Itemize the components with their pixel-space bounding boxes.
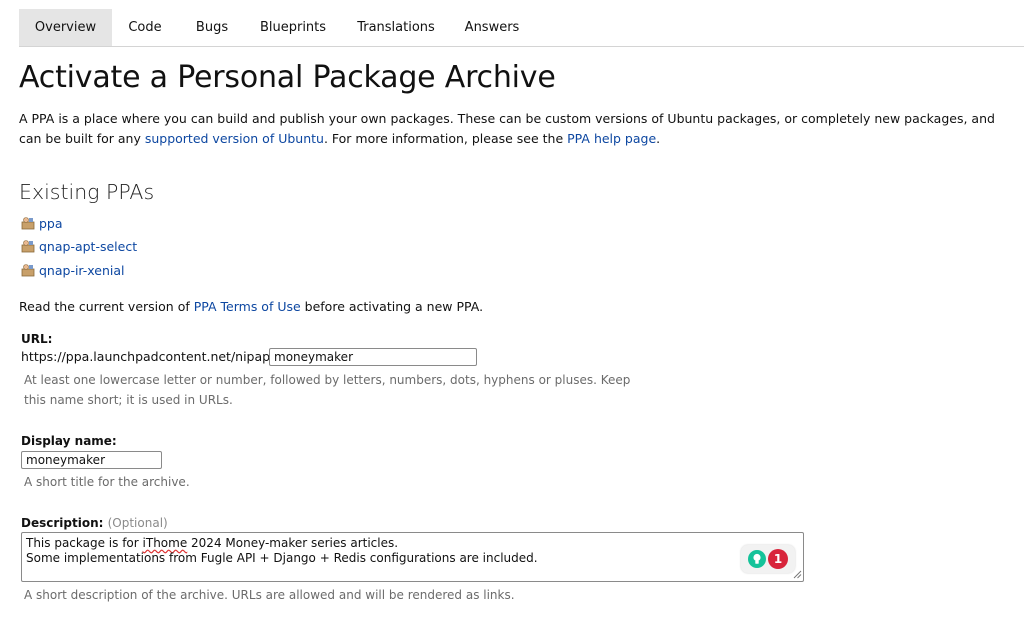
url-hint-line-1: At least one lowercase letter or number,… xyxy=(24,373,631,387)
description-hint: A short description of the archive. URLs… xyxy=(24,588,515,602)
suggestion-count-badge: 1 xyxy=(768,549,788,569)
display-name-input[interactable] xyxy=(21,451,162,469)
existing-ppas-heading: Existing PPAs xyxy=(19,180,155,204)
description-textarea[interactable]: This package is for iThome 2024 Money-ma… xyxy=(21,532,804,582)
package-icon xyxy=(21,240,35,253)
intro-text-2: . For more information, please see the xyxy=(323,131,568,146)
tab-bugs[interactable]: Bugs xyxy=(187,9,237,46)
ppa-link-ppa[interactable]: ppa xyxy=(39,216,63,231)
intro-text: A PPA is a place where you can build and… xyxy=(19,109,999,149)
list-item: qnap-ir-xenial xyxy=(21,261,137,284)
ppa-terms-link[interactable]: PPA Terms of Use xyxy=(194,299,301,314)
supported-ubuntu-link[interactable]: supported version of Ubuntu xyxy=(145,131,324,146)
terms-notice: Read the current version of PPA Terms of… xyxy=(19,297,483,317)
tab-code[interactable]: Code xyxy=(119,9,171,46)
description-line-1: This package is for iThome 2024 Money-ma… xyxy=(26,536,398,551)
url-label: URL: xyxy=(21,332,53,346)
optional-marker: (Optional) xyxy=(107,516,168,530)
ppa-help-link[interactable]: PPA help page xyxy=(567,131,656,146)
display-name-hint: A short title for the archive. xyxy=(24,475,190,489)
description-line-1-post: 2024 Money-maker series articles. xyxy=(187,536,399,550)
tab-bar: Overview Code Bugs Blueprints Translatio… xyxy=(19,9,1024,47)
terms-text-after: before activating a new PPA. xyxy=(300,299,484,314)
description-line-2: Some implementations from Fugle API + Dj… xyxy=(26,551,538,565)
description-label-text: Description: xyxy=(21,516,104,530)
tab-answers[interactable]: Answers xyxy=(459,9,525,46)
ppa-link-qnap-ir-xenial[interactable]: qnap-ir-xenial xyxy=(39,263,125,278)
description-line-1-pre: This package is for xyxy=(26,536,143,550)
display-name-label: Display name: xyxy=(21,434,117,448)
list-item: ppa xyxy=(21,214,137,237)
lightbulb-icon xyxy=(748,550,766,568)
resize-handle-icon[interactable] xyxy=(793,570,802,579)
spellcheck-flagged-word: iThome xyxy=(142,536,188,550)
url-name-input[interactable] xyxy=(269,348,477,366)
ppa-link-qnap-apt-select[interactable]: qnap-apt-select xyxy=(39,239,137,254)
tab-overview[interactable]: Overview xyxy=(19,9,112,46)
existing-ppa-list: ppa qnap-apt-select qnap-ir-xenial xyxy=(21,214,137,284)
page-title: Activate a Personal Package Archive xyxy=(19,60,556,95)
url-prefix: https://ppa.launchpadcontent.net/nipapa/ xyxy=(21,349,282,364)
grammar-assistant-widget[interactable]: 1 xyxy=(741,545,795,573)
description-label: Description: (Optional) xyxy=(21,515,168,531)
terms-text-before: Read the current version of xyxy=(19,299,194,314)
package-icon xyxy=(21,217,35,230)
intro-text-3: . xyxy=(656,131,661,146)
url-hint-line-2: this name short; it is used in URLs. xyxy=(24,393,233,407)
tab-translations[interactable]: Translations xyxy=(352,9,440,46)
package-icon xyxy=(21,263,35,276)
tab-blueprints[interactable]: Blueprints xyxy=(255,9,331,46)
list-item: qnap-apt-select xyxy=(21,237,137,260)
